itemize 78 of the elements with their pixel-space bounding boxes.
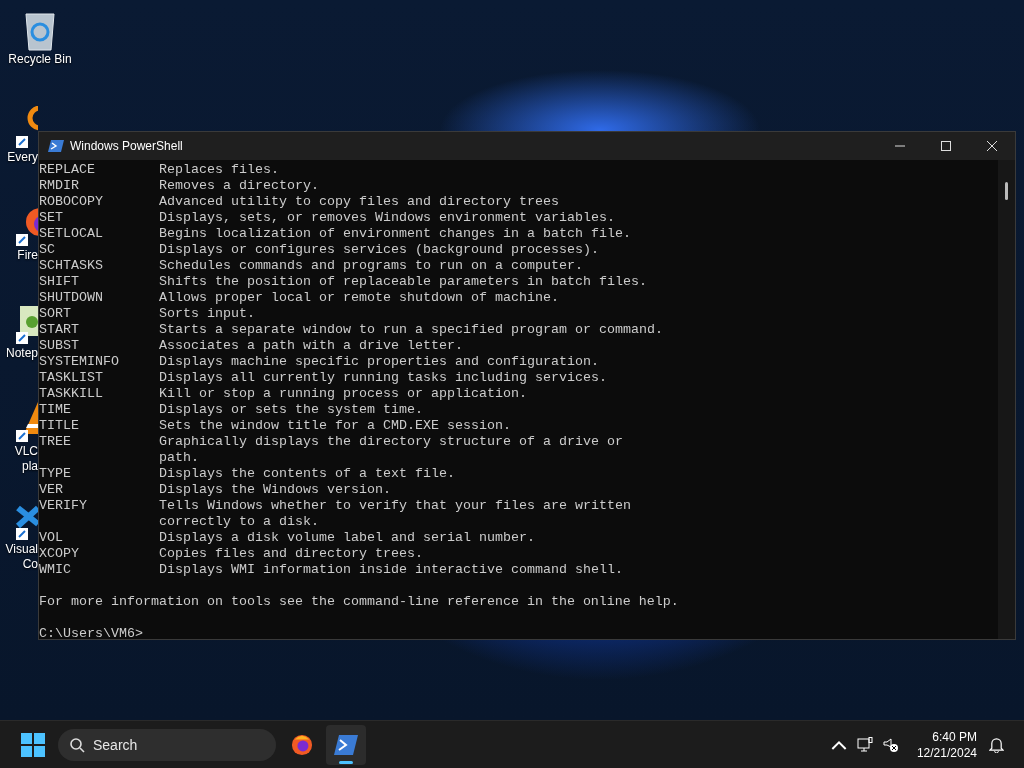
command-description: Advanced utility to copy files and directory trees [159, 194, 559, 210]
command-description: Begins localization of environment changes in a batch file. [159, 226, 631, 242]
command-name: SHIFT [39, 274, 80, 290]
command-name: SET [39, 210, 64, 226]
command-name: TYPE [39, 466, 72, 482]
command-description: path. [159, 450, 199, 466]
command-name: RMDIR [39, 178, 80, 194]
command-description: Displays a disk volume label and serial number. [159, 530, 535, 546]
command-name: XCOPY [39, 546, 80, 562]
command-name: SYSTEMINFO [39, 354, 120, 370]
command-name: VER [39, 482, 64, 498]
taskbar-app-button[interactable] [326, 724, 366, 765]
command-description: Displays the Windows version. [159, 482, 391, 498]
command-description: Sets the window title for a CMD.EXE session. [159, 418, 511, 434]
command-name: TASKKILL [39, 386, 104, 402]
command-name: START [39, 322, 80, 338]
clock-time: 6:40 PM [932, 728, 977, 745]
icon-label: pla [22, 459, 38, 474]
command-description: Tells Windows whether to verify that your files are written [159, 498, 631, 514]
command-description: Sorts input. [159, 306, 255, 322]
command-description: Displays or sets the system time. [159, 402, 423, 418]
command-name: SETLOCAL [39, 226, 104, 242]
command-description: Allows proper local or remote shutdown of machine. [159, 290, 559, 306]
search-field[interactable]: Search [58, 728, 276, 761]
clock-date: 12/21/2024 [916, 744, 977, 761]
icon-label: Notep [5, 346, 38, 361]
command-description: Displays all currently running tasks including services. [159, 370, 607, 386]
command-description: Displays machine specific properties and configuration. [159, 354, 599, 370]
command-description: Starts a separate window to run a specified program or command. [159, 322, 663, 338]
icon-label: Fire [17, 248, 38, 263]
start-icon[interactable] [21, 732, 45, 757]
icon-label: Recycle Bin [8, 52, 72, 67]
command-description: Replaces files. [159, 162, 279, 178]
command-name: TIME [39, 402, 72, 418]
console-text: For more information on tools see the command-line reference in the online help. [39, 594, 679, 610]
scrollbar[interactable] [998, 160, 1015, 639]
command-name: ROBOCOPY [39, 194, 104, 210]
close-icon [987, 141, 997, 151]
command-description: Shifts the position of replaceable parameters in batch files. [159, 274, 647, 290]
command-description: Kill or stop a running process or application. [159, 386, 527, 402]
powershell-icon [48, 139, 64, 153]
command-name: SHUTDOWN [39, 290, 104, 306]
command-name: TITLE [39, 418, 80, 434]
command-name: SORT [39, 306, 72, 322]
notification-bell-icon[interactable] [989, 736, 1004, 753]
command-name: SUBST [39, 338, 80, 354]
command-name: TASKLIST [39, 370, 104, 386]
command-prompt[interactable]: C:\Users\VM6> [39, 626, 143, 642]
command-name: VERIFY [39, 498, 88, 514]
command-name: VOL [39, 530, 64, 546]
command-name: REPLACE [39, 162, 96, 178]
command-name: TREE [39, 434, 72, 450]
command-name: SCHTASKS [39, 258, 104, 274]
command-name: SC [39, 242, 56, 258]
search-icon [69, 736, 85, 753]
command-description: Displays or configures services (background processes). [159, 242, 599, 258]
magnifier-icon[interactable] [14, 106, 38, 150]
icon-label: Co [22, 557, 38, 572]
icon-label: Visual [5, 542, 38, 557]
browser-icon [290, 733, 314, 756]
volume-muted-icon[interactable] [882, 736, 899, 753]
command-description: Schedules commands and programs to run on a computer. [159, 258, 583, 274]
icon-label: Every [7, 150, 38, 165]
command-description: correctly to a disk. [159, 514, 319, 530]
window-title: Windows PowerShell [70, 139, 183, 153]
clock[interactable]: 6:40 PM 12/21/2024 [916, 728, 977, 761]
powershell-icon [334, 733, 358, 756]
command-description: Associates a path with a drive letter. [159, 338, 463, 354]
command-description: Displays, sets, or removes Windows environment variables. [159, 210, 615, 226]
command-description: Copies files and directory trees. [159, 546, 423, 562]
command-name: WMIC [39, 562, 72, 578]
command-description: Displays the contents of a text file. [159, 466, 455, 482]
maximize-icon [941, 141, 951, 151]
command-description: Displays WMI information inside interactive command shell. [159, 562, 623, 578]
network-icon[interactable] [856, 736, 873, 753]
command-description: Graphically displays the directory structure of a drive or [159, 434, 623, 450]
icon-label: VLC [14, 444, 38, 459]
command-description: Removes a directory. [159, 178, 319, 194]
